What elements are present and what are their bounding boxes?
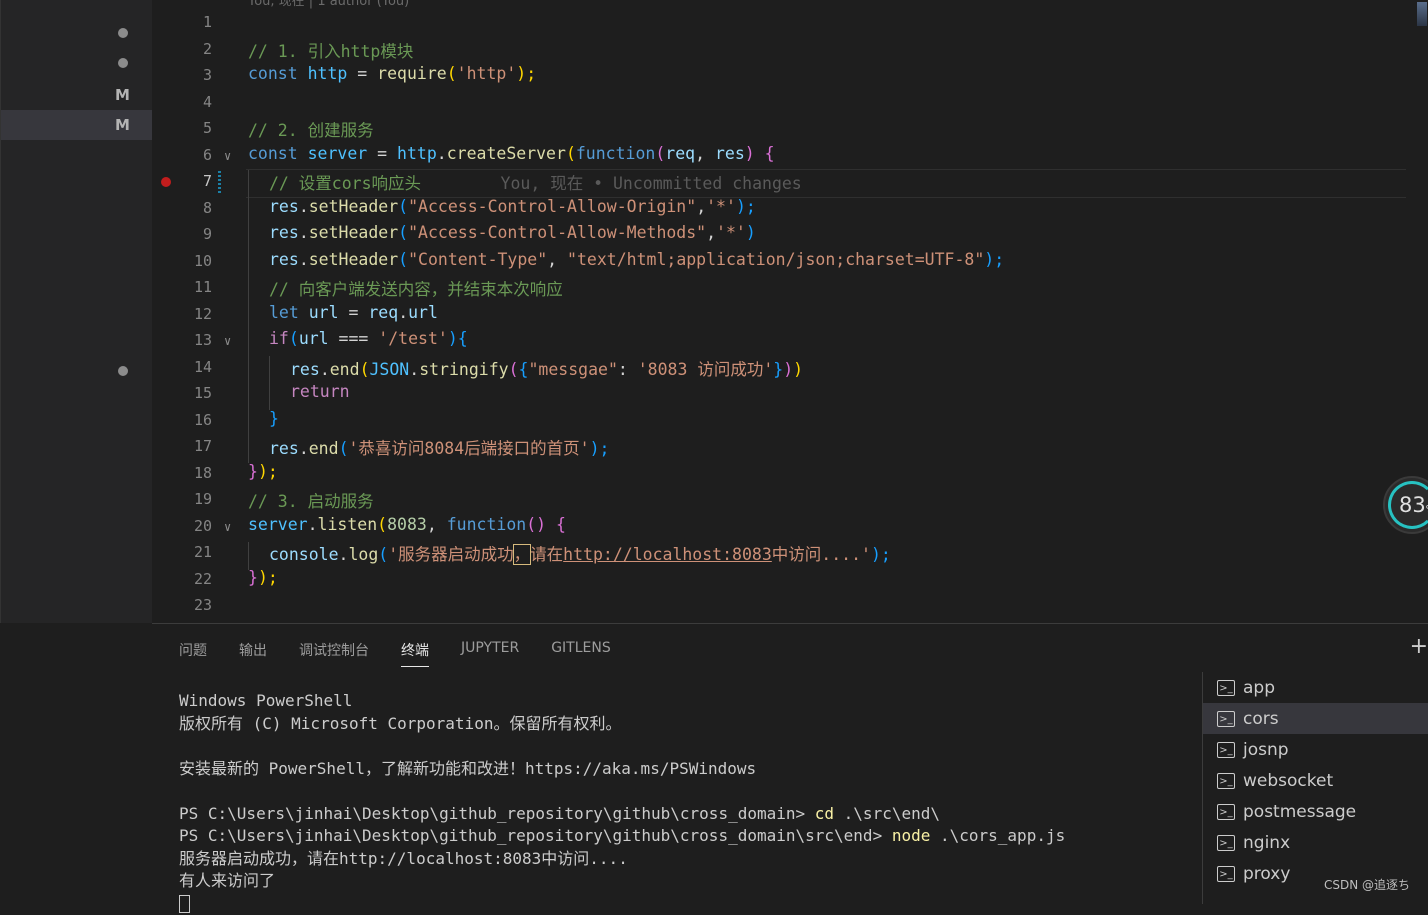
modified-dot	[118, 366, 128, 376]
new-terminal-button[interactable]: +	[1410, 634, 1428, 659]
tab-gitlens[interactable]: GITLENS	[551, 640, 611, 667]
code-line: res.setHeader("Access-Control-Allow-Orig…	[269, 197, 756, 216]
terminal-icon: >_	[1217, 834, 1235, 851]
terminal-icon: >_	[1217, 741, 1235, 758]
tab-debug-console[interactable]: 调试控制台	[299, 640, 369, 667]
fold-chevron-icon[interactable]: ∨	[224, 520, 231, 534]
code-line: res.end(JSON.stringify({"messgae": '8083…	[290, 360, 804, 379]
sidebar-row[interactable]: M	[1, 80, 153, 110]
watermark: CSDN @追逐ち	[1323, 878, 1410, 892]
terminal-item-app[interactable]: >_ app	[1203, 672, 1428, 703]
code-line: // 3. 启动服务	[248, 492, 374, 511]
line-number: 12	[193, 305, 212, 323]
terminal-item-nginx[interactable]: >_ nginx	[1203, 827, 1428, 858]
code-line: const server = http.createServer(functio…	[248, 144, 775, 163]
terminal-output[interactable]: Windows PowerShell 版权所有 (C) Microsoft Cor…	[179, 690, 1065, 915]
line-number: 22	[193, 570, 212, 588]
terminal-item-websocket[interactable]: >_ websocket	[1203, 765, 1428, 796]
line-number: 13	[193, 331, 212, 349]
line-number: 15	[193, 384, 212, 402]
line-number: 18	[193, 464, 212, 482]
line-number: 4	[202, 93, 212, 111]
sidebar-row[interactable]	[1, 48, 153, 78]
inline-blame: You, 现在 • Uncommitted changes	[500, 174, 802, 193]
sidebar-row-selected[interactable]: M	[1, 110, 153, 140]
code-line: });	[248, 568, 278, 587]
tab-terminal[interactable]: 终端	[401, 640, 429, 667]
code-line: }	[269, 409, 279, 428]
terminal-icon: >_	[1217, 679, 1235, 696]
terminal-item-postmessage[interactable]: >_ postmessage	[1203, 796, 1428, 827]
terminal-list: >_ app >_ cors >_ josnp >_ websocket >_ postm…	[1202, 672, 1428, 904]
line-number: 1	[202, 13, 212, 31]
code-line-current: // 设置cors响应头 You, 现在 • Uncommitted chang…	[269, 174, 802, 193]
line-number: 8	[202, 199, 212, 217]
panel-tabs: 问题 输出 调试控制台 终端 JUPYTER GITLENS	[179, 640, 643, 667]
terminal-icon: >_	[1217, 710, 1235, 727]
terminal-item-josnp[interactable]: >_ josnp	[1203, 734, 1428, 765]
line-number: 6	[202, 146, 212, 164]
indent-guide	[269, 356, 270, 410]
minimap-slider[interactable]	[1417, 2, 1427, 26]
fold-chevron-icon[interactable]: ∨	[224, 149, 231, 163]
line-number: 20	[193, 517, 212, 535]
line-number: 21	[193, 543, 212, 561]
explorer-sidebar: M M	[0, 0, 153, 623]
line-number: 2	[202, 40, 212, 58]
gauge-value: 83	[1399, 493, 1426, 517]
git-change-bar[interactable]	[218, 171, 221, 195]
sidebar-row[interactable]	[1, 18, 153, 48]
terminal-icon: >_	[1217, 803, 1235, 820]
code-editor[interactable]: You, 现在 | 1 author (You) 1 2 3 4 5 6 7 8…	[152, 0, 1428, 623]
modified-badge: M	[115, 86, 130, 104]
text-cursor: ，	[512, 544, 532, 565]
line-number: 17	[193, 437, 212, 455]
line-number: 16	[193, 411, 212, 429]
line-number: 11	[193, 278, 212, 296]
code-line: res.end('恭喜访问8084后端接口的首页');	[269, 439, 610, 458]
code-line: // 向客户端发送内容，并结束本次响应	[269, 280, 563, 299]
code-line: console.log('服务器启动成功，请在http://localhost:…	[269, 544, 891, 565]
line-number: 9	[202, 225, 212, 243]
code-line: return	[290, 382, 350, 401]
breakpoint-icon[interactable]	[161, 177, 171, 187]
code-line: // 2. 创建服务	[248, 121, 374, 140]
terminal-icon: >_	[1217, 865, 1235, 882]
line-number: 23	[193, 596, 212, 614]
code-line: // 1. 引入http模块	[248, 42, 414, 61]
line-number: 5	[202, 119, 212, 137]
code-line: if(url === '/test'){	[269, 329, 468, 348]
modified-badge: M	[115, 116, 130, 134]
codelens-blame[interactable]: You, 现在 | 1 author (You)	[248, 0, 409, 9]
tab-jupyter[interactable]: JUPYTER	[461, 640, 519, 667]
fold-chevron-icon[interactable]: ∨	[224, 334, 231, 348]
bottom-panel: 问题 输出 调试控制台 终端 JUPYTER GITLENS + Windows…	[152, 623, 1428, 913]
code-line: res.setHeader("Access-Control-Allow-Meth…	[269, 223, 756, 242]
code-line: res.setHeader("Content-Type", "text/html…	[269, 250, 1005, 269]
code-line: server.listen(8083, function() {	[248, 515, 566, 534]
modified-dot	[118, 58, 128, 68]
line-number: 3	[202, 66, 212, 84]
modified-dot	[118, 28, 128, 38]
indent-guide	[248, 542, 249, 570]
line-number: 19	[193, 490, 212, 508]
terminal-item-cors[interactable]: >_ cors	[1203, 703, 1428, 734]
code-line: const http = require('http');	[248, 64, 537, 83]
line-number: 14	[193, 358, 212, 376]
code-line: });	[248, 462, 278, 481]
code-line: let url = req.url	[269, 303, 438, 322]
tab-problems[interactable]: 问题	[179, 640, 207, 667]
sidebar-row[interactable]	[1, 356, 153, 386]
line-number: 10	[193, 252, 212, 270]
url-link: http://localhost:8083	[563, 545, 772, 564]
terminal-cursor	[179, 895, 190, 913]
tab-output[interactable]: 输出	[239, 640, 267, 667]
indent-guide	[248, 170, 249, 463]
terminal-icon: >_	[1217, 772, 1235, 789]
